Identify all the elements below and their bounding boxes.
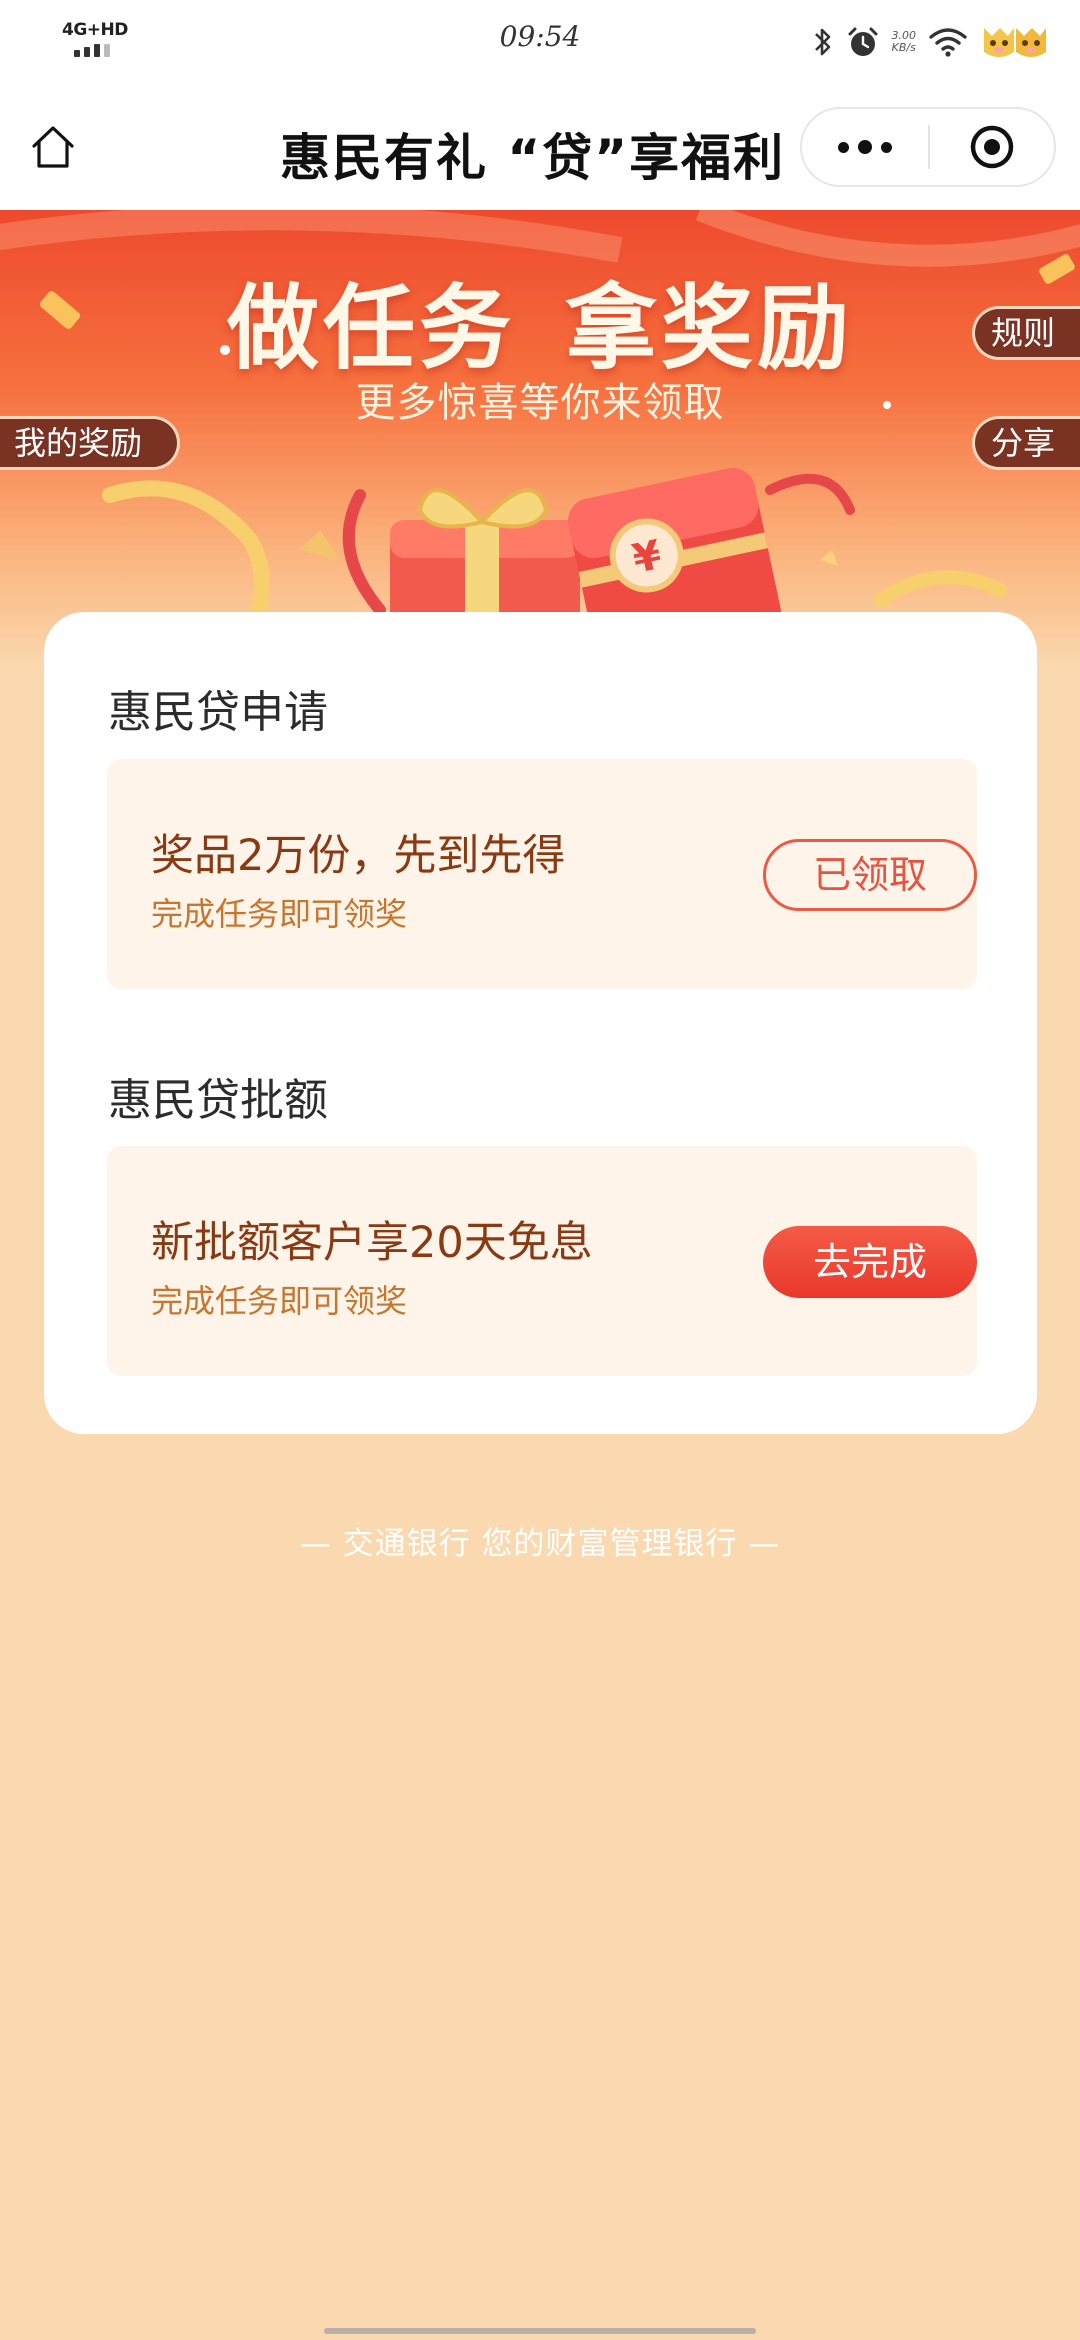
banner-title: 做任务 拿奖励 (226, 275, 854, 382)
more-button[interactable] (802, 109, 928, 185)
task-item-apply: 奖品2万份，先到先得 完成任务即可领奖 已领取 (107, 759, 977, 989)
my-rewards-tab[interactable]: 我的奖励 (0, 416, 180, 470)
go-complete-button[interactable]: 去完成 (763, 1226, 977, 1298)
network-speed: 3.00 KB/s (892, 30, 917, 54)
task-sub-text: 完成任务即可领奖 (151, 1282, 408, 1320)
more-dots-icon (838, 141, 849, 153)
claimed-button[interactable]: 已领取 (763, 839, 977, 911)
page-title: 惠民有礼 “贷”享福利 (280, 129, 786, 187)
network-speed-unit: KB/s (891, 41, 916, 54)
home-icon (32, 126, 74, 168)
rules-tab[interactable]: 规则 (972, 306, 1080, 360)
home-button[interactable] (22, 116, 84, 178)
section-title-approval: 惠民贷批额 (108, 1075, 328, 1126)
pet-emoji-icon (984, 28, 1046, 57)
wifi-icon (929, 28, 967, 57)
home-indicator[interactable] (324, 2328, 756, 2334)
task-main-text: 新批额客户享20天免息 (151, 1218, 593, 1268)
status-icons: 3.00 KB/s (812, 20, 1051, 64)
task-item-approval: 新批额客户享20天免息 完成任务即可领奖 去完成 (107, 1146, 977, 1376)
task-sub-text: 完成任务即可领奖 (151, 895, 408, 933)
status-bar: 4G+HD 09:54 3.00 KB/s (0, 0, 1080, 84)
footer-slogan: — 交通银行 您的财富管理银行 — (299, 1526, 781, 1562)
mini-program-capsule (800, 107, 1056, 187)
target-close-icon (970, 125, 1014, 169)
bluetooth-icon (814, 28, 830, 56)
section-title-apply: 惠民贷申请 (108, 687, 328, 738)
share-tab[interactable]: 分享 (972, 416, 1080, 470)
task-card: 惠民贷申请 奖品2万份，先到先得 完成任务即可领奖 已领取 惠民贷批额 新批额客… (44, 612, 1037, 1434)
close-button[interactable] (930, 109, 1054, 185)
task-main-text: 奖品2万份，先到先得 (151, 831, 566, 881)
promo-banner: ¥ 做任务 拿奖励 更多惊喜等你来领取 规则 分享 我的奖励 (0, 210, 1080, 670)
title-bar: 惠民有礼 “贷”享福利 (0, 84, 1080, 210)
alarm-icon (848, 27, 877, 56)
